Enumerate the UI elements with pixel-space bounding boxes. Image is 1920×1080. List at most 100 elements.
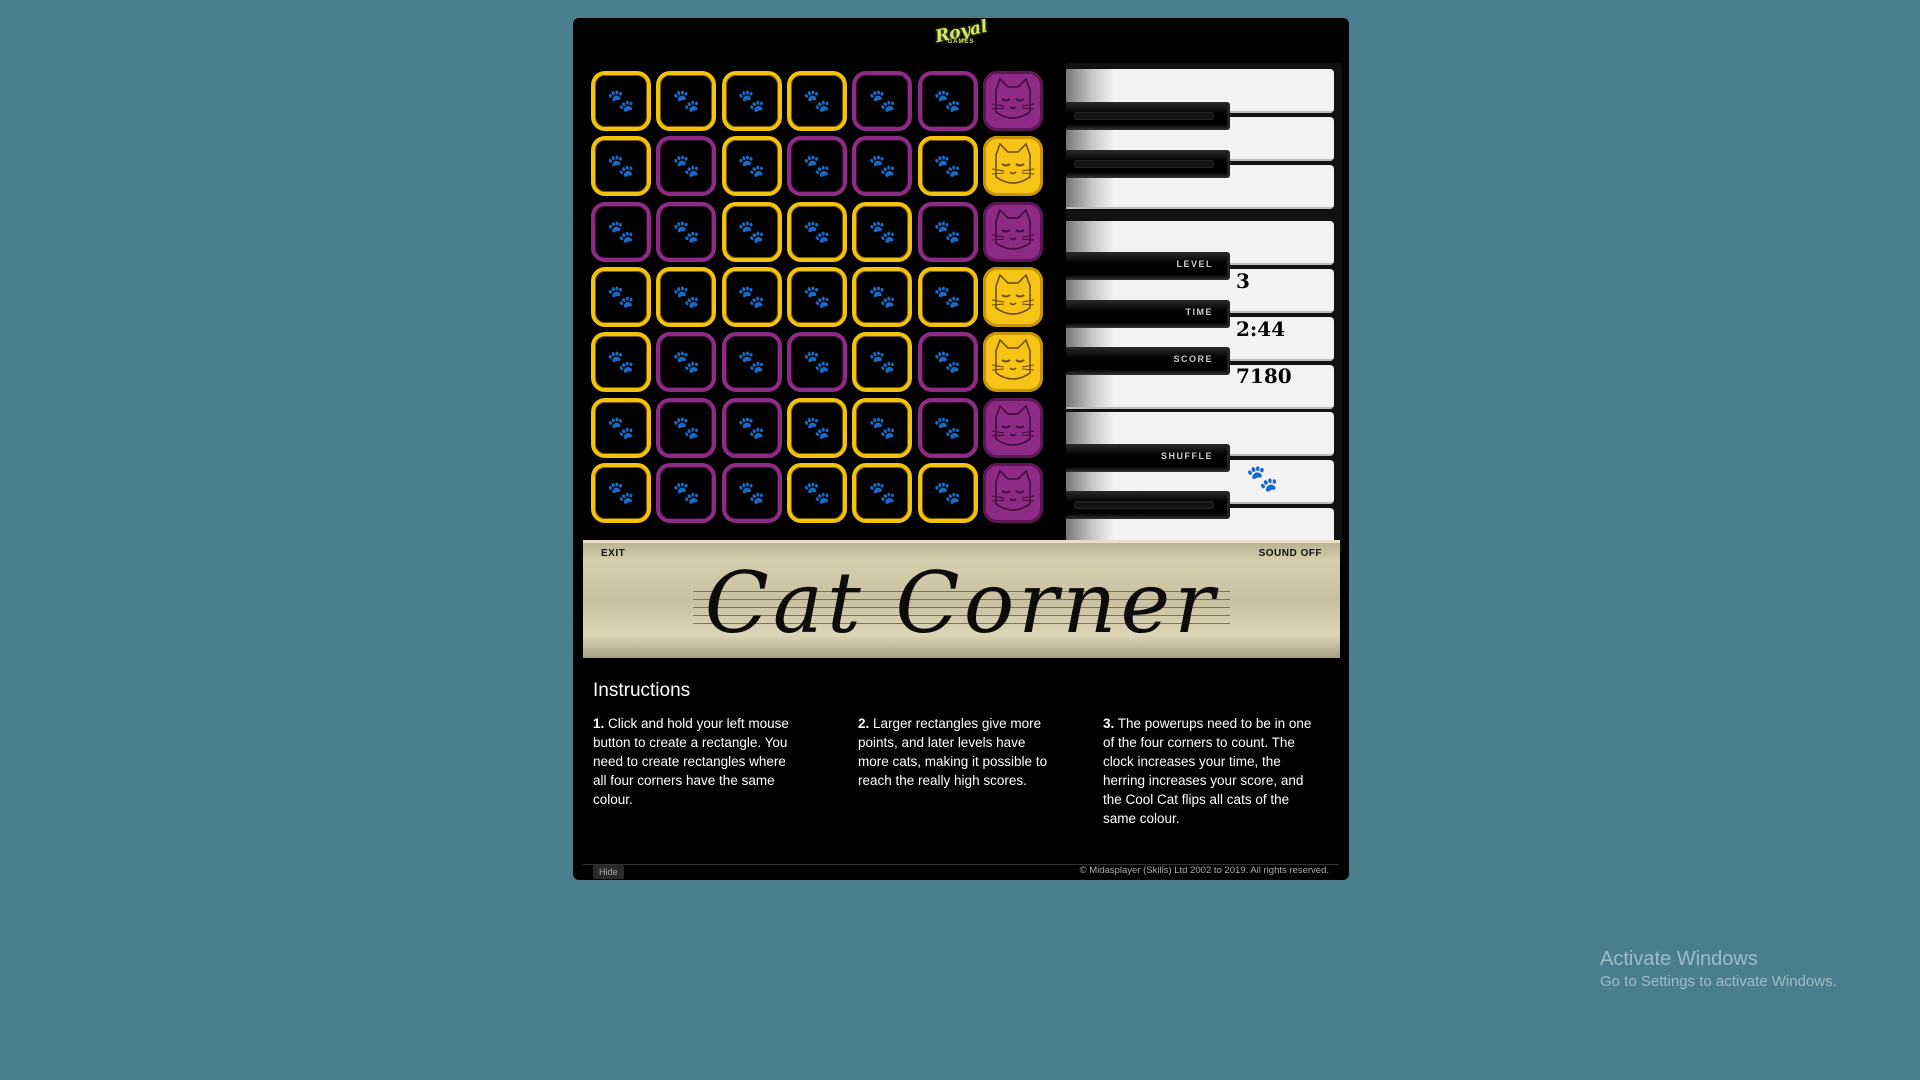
purple-paw-tile[interactable]: 🐾 xyxy=(917,397,978,458)
instruction-text: The powerups need to be in one of the fo… xyxy=(1103,716,1312,826)
royal-games-logo[interactable]: Royal GAMES xyxy=(933,17,989,58)
score-label: SCORE xyxy=(1173,354,1213,364)
piano-side-panel: LEVEL TIME SCORE SHUFFLE 3 2:44 7180 🐾 xyxy=(1066,63,1342,555)
cat-face-icon xyxy=(991,77,1034,119)
purple-paw-tile[interactable]: 🐾 xyxy=(852,71,913,131)
paw-icon: 🐾 xyxy=(607,88,635,113)
cat-face-icon xyxy=(991,404,1034,446)
yellow-paw-tile[interactable]: 🐾 xyxy=(591,136,651,197)
paw-icon: 🐾 xyxy=(803,218,831,244)
game-title: Cat Corner xyxy=(704,554,1219,652)
paw-icon: 🐾 xyxy=(607,349,635,375)
paw-icon: 🐾 xyxy=(737,153,766,179)
purple-paw-tile[interactable]: 🐾 xyxy=(917,332,978,393)
purple-paw-tile[interactable]: 🐾 xyxy=(656,397,717,458)
paw-icon: 🐾 xyxy=(868,349,896,375)
yellow-paw-tile[interactable]: 🐾 xyxy=(721,266,782,327)
yellow-paw-tile[interactable]: 🐾 xyxy=(852,462,913,523)
yellow-paw-tile[interactable]: 🐾 xyxy=(852,201,913,262)
paw-icon: 🐾 xyxy=(933,414,962,440)
purple-paw-tile[interactable]: 🐾 xyxy=(721,397,782,458)
yellow-paw-tile[interactable]: 🐾 xyxy=(917,136,978,197)
instruction-number: 1. xyxy=(593,716,605,731)
paw-icon: 🐾 xyxy=(803,479,831,505)
instruction-item: 3. The powerups need to be in one of the… xyxy=(1103,714,1323,828)
instruction-number: 3. xyxy=(1103,716,1115,731)
paw-icon: 🐾 xyxy=(868,414,896,440)
yellow-paw-tile[interactable]: 🐾 xyxy=(721,201,782,262)
yellow-paw-tile[interactable]: 🐾 xyxy=(852,397,913,458)
instructions-section: Instructions 1. Click and hold your left… xyxy=(593,680,1333,826)
shuffle-button[interactable]: SHUFFLE xyxy=(1066,444,1230,472)
piano-black-key xyxy=(1066,491,1230,519)
time-value: 2:44 xyxy=(1236,317,1286,341)
yellow-paw-tile[interactable]: 🐾 xyxy=(786,266,847,327)
cat-face-icon xyxy=(991,208,1034,250)
hide-button[interactable]: Hide xyxy=(593,865,624,879)
yellow-paw-tile[interactable]: 🐾 xyxy=(786,397,847,458)
paw-icon: 🐾 xyxy=(672,349,700,375)
purple-cat-tile[interactable] xyxy=(982,71,1043,131)
yellow-cat-tile[interactable] xyxy=(982,266,1043,327)
piano-black-key xyxy=(1066,102,1230,130)
yellow-paw-tile[interactable]: 🐾 xyxy=(591,266,651,327)
purple-paw-tile[interactable]: 🐾 xyxy=(721,462,782,523)
cat-face-icon xyxy=(991,338,1034,380)
yellow-paw-tile[interactable]: 🐾 xyxy=(591,397,651,458)
score-value: 7180 xyxy=(1236,364,1292,388)
yellow-paw-tile[interactable]: 🐾 xyxy=(786,71,847,131)
yellow-paw-tile[interactable]: 🐾 xyxy=(721,71,782,131)
paw-icon: 🐾 xyxy=(933,283,962,309)
paw-icon[interactable]: 🐾 xyxy=(1246,463,1278,494)
purple-cat-tile[interactable] xyxy=(982,397,1043,458)
yellow-cat-tile[interactable] xyxy=(982,136,1043,197)
paw-icon: 🐾 xyxy=(607,218,635,244)
paw-icon: 🐾 xyxy=(803,153,831,179)
purple-paw-tile[interactable]: 🐾 xyxy=(656,201,717,262)
purple-paw-tile[interactable]: 🐾 xyxy=(786,136,847,197)
paw-icon: 🐾 xyxy=(933,349,962,375)
instruction-item: 1. Click and hold your left mouse button… xyxy=(593,714,793,809)
game-board[interactable]: 🐾 🐾 🐾 🐾 🐾 🐾 🐾 🐾 🐾 🐾 🐾 🐾 🐾 🐾 🐾 🐾 🐾 🐾 🐾 🐾 🐾 🐾 🐾 🐾 🐾 🐾 🐾 🐾 🐾 🐾 🐾 🐾 🐾 🐾 🐾 xyxy=(591,71,1045,541)
instruction-number: 2. xyxy=(858,716,870,731)
yellow-paw-tile[interactable]: 🐾 xyxy=(656,71,717,131)
yellow-paw-tile[interactable]: 🐾 xyxy=(721,136,782,197)
paw-icon: 🐾 xyxy=(868,283,896,309)
yellow-paw-tile[interactable]: 🐾 xyxy=(786,201,847,262)
purple-cat-tile[interactable] xyxy=(982,462,1043,523)
yellow-paw-tile[interactable]: 🐾 xyxy=(786,462,847,523)
purple-paw-tile[interactable]: 🐾 xyxy=(721,332,782,393)
purple-paw-tile[interactable]: 🐾 xyxy=(786,332,847,393)
purple-cat-tile[interactable] xyxy=(982,201,1043,262)
yellow-paw-tile[interactable]: 🐾 xyxy=(852,332,913,393)
yellow-paw-tile[interactable]: 🐾 xyxy=(852,266,913,327)
game-frame: Royal GAMES 🐾 🐾 🐾 🐾 🐾 🐾 🐾 🐾 🐾 🐾 🐾 🐾 🐾 🐾 🐾 🐾 🐾 🐾 🐾 🐾 🐾 🐾 🐾 🐾 … xyxy=(573,17,1349,880)
paw-icon: 🐾 xyxy=(607,153,635,179)
yellow-paw-tile[interactable]: 🐾 xyxy=(917,266,978,327)
yellow-paw-tile[interactable]: 🐾 xyxy=(656,266,717,327)
paw-icon: 🐾 xyxy=(737,283,766,309)
time-label: TIME xyxy=(1185,307,1213,317)
purple-paw-tile[interactable]: 🐾 xyxy=(917,71,978,131)
windows-activation-watermark: Activate Windows Go to Settings to activ… xyxy=(1600,948,1837,990)
paw-icon: 🐾 xyxy=(607,283,635,309)
purple-paw-tile[interactable]: 🐾 xyxy=(591,201,651,262)
yellow-paw-tile[interactable]: 🐾 xyxy=(591,332,651,393)
instructions-heading: Instructions xyxy=(593,680,691,701)
shuffle-label: SHUFFLE xyxy=(1161,451,1213,461)
purple-paw-tile[interactable]: 🐾 xyxy=(656,136,717,197)
yellow-paw-tile[interactable]: 🐾 xyxy=(591,462,651,523)
yellow-cat-tile[interactable] xyxy=(982,332,1043,393)
watermark-subtitle: Go to Settings to activate Windows. xyxy=(1600,973,1837,990)
purple-paw-tile[interactable]: 🐾 xyxy=(656,462,717,523)
paw-icon: 🐾 xyxy=(737,349,766,375)
purple-paw-tile[interactable]: 🐾 xyxy=(917,201,978,262)
purple-paw-tile[interactable]: 🐾 xyxy=(656,332,717,393)
paw-icon: 🐾 xyxy=(607,414,635,440)
yellow-paw-tile[interactable]: 🐾 xyxy=(591,71,651,131)
purple-paw-tile[interactable]: 🐾 xyxy=(852,136,913,197)
paw-icon: 🐾 xyxy=(672,153,700,179)
paw-icon: 🐾 xyxy=(933,88,962,113)
yellow-paw-tile[interactable]: 🐾 xyxy=(917,462,978,523)
piano-black-key xyxy=(1066,150,1230,178)
